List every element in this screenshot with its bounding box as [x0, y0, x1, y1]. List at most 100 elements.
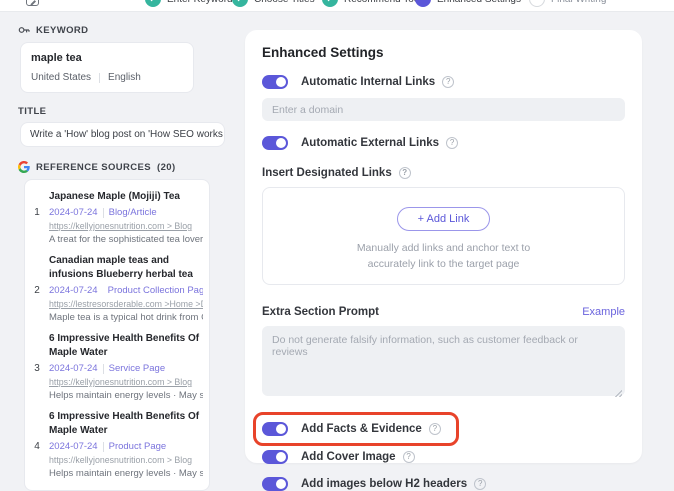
add-cover-image-label: Add Cover Image [301, 451, 396, 463]
reference-number: 4 [30, 410, 44, 479]
add-facts-evidence-toggle[interactable] [262, 422, 288, 436]
divider [103, 364, 104, 374]
designated-help-line2: accurately link to the target page [357, 257, 530, 273]
help-icon[interactable]: ? [429, 423, 441, 435]
reference-date: 2024-07-24 [49, 441, 98, 452]
divider [99, 73, 100, 83]
key-icon [18, 24, 30, 36]
reference-dateline: 2024-07-24 Blog/Article [49, 207, 203, 218]
reference-dateline: 2024-07-24 Service Page [49, 363, 203, 374]
add-facts-evidence-row: Add Facts & Evidence ? [262, 422, 625, 436]
reference-type: Product Page [109, 441, 167, 452]
reference-item-2[interactable]: 2 Canadian maple teas and infusions Blue… [30, 254, 203, 323]
automatic-external-links-label: Automatic External Links [301, 137, 439, 149]
reference-item-4[interactable]: 4 6 Impressive Health Benefits Of Maple … [30, 410, 203, 479]
automatic-internal-links-row: Automatic Internal Links ? [262, 75, 625, 89]
reference-dateline: 2024-07-24 Product Page [49, 441, 203, 452]
help-icon[interactable]: ? [403, 451, 415, 463]
add-cover-image-row: Add Cover Image ? [262, 450, 625, 464]
keyword-card[interactable]: maple tea United States English [20, 42, 194, 93]
add-cover-image-toggle[interactable] [262, 450, 288, 464]
reference-date: 2024-07-24 [49, 363, 98, 374]
step-circle-recommend-toc[interactable]: ✓ [322, 0, 338, 7]
screen: ✓ Enter Keyword ✓ Choose Titles ✓ Recomm… [0, 0, 674, 491]
reference-type: Blog/Article [109, 207, 157, 218]
help-icon[interactable]: ? [442, 76, 454, 88]
reference-sources-count: (20) [157, 162, 176, 173]
keyword-language: English [108, 72, 141, 83]
step-circle-choose-titles[interactable]: ✓ [232, 0, 248, 7]
add-images-below-h2-row: Add images below H2 headers ? [262, 477, 625, 491]
reference-date: 2024-07-24 [49, 207, 98, 218]
extra-section-prompt-label: Extra Section Prompt [262, 306, 379, 318]
reference-sources-title: REFERENCE SOURCES [36, 162, 151, 173]
help-icon[interactable]: ? [474, 478, 486, 490]
reference-url: https://lestresorsderable.com >Home >Dri… [49, 299, 203, 309]
divider [103, 208, 104, 218]
reference-number: 1 [30, 190, 44, 245]
keyword-section-label: KEYWORD [18, 24, 234, 36]
help-icon[interactable]: ? [446, 137, 458, 149]
check-icon: ✓ [236, 0, 244, 4]
reference-snippet: Maple tea is a typical hot drink from Ca… [49, 312, 203, 323]
step-label-recommend-toc[interactable]: Recommend Toc [344, 0, 419, 5]
reference-snippet: Helps maintain energy levels · May suppo… [49, 390, 203, 401]
designated-links-help: Manually add links and anchor text to ac… [357, 241, 530, 273]
step-label-choose-titles[interactable]: Choose Titles [254, 0, 315, 5]
reference-type: Product Collection Page [108, 285, 203, 296]
keyword-meta: United States English [31, 72, 183, 83]
enhanced-settings-panel: Enhanced Settings Automatic Internal Lin… [245, 30, 642, 463]
add-images-below-h2-label: Add images below H2 headers [301, 478, 467, 490]
reference-item-3[interactable]: 3 6 Impressive Health Benefits Of Maple … [30, 332, 203, 401]
extra-section-prompt-textarea[interactable] [262, 326, 625, 396]
reference-title: 6 Impressive Health Benefits Of Maple Wa… [49, 332, 203, 360]
step-circle-enhanced-settings[interactable] [415, 0, 431, 7]
automatic-internal-links-toggle[interactable] [262, 75, 288, 89]
check-icon: ✓ [326, 0, 334, 4]
sidebar: KEYWORD maple tea United States English … [18, 24, 234, 491]
reference-snippet: Helps maintain energy levels · May suppo… [49, 468, 203, 479]
domain-input[interactable] [262, 98, 625, 121]
reference-dateline: 2024-07-24 Product Collection Page [49, 285, 203, 296]
designated-help-line1: Manually add links and anchor text to [357, 241, 530, 257]
panel-title: Enhanced Settings [262, 45, 625, 60]
check-icon: ✓ [149, 0, 157, 4]
keyword-section-title: KEYWORD [36, 25, 88, 36]
reference-sources-label: REFERENCE SOURCES (20) [18, 161, 234, 173]
add-facts-evidence-label: Add Facts & Evidence [301, 423, 422, 435]
step-label-enter-keyword[interactable]: Enter Keyword [167, 0, 233, 5]
reference-item-1[interactable]: 1 Japanese Maple (Mojiji) Tea 2024-07-24… [30, 190, 203, 245]
keyword-value: maple tea [31, 52, 183, 64]
add-link-button[interactable]: + Add Link [397, 207, 491, 231]
extra-section-prompt-wrap [262, 326, 625, 401]
wizard-stepper: ✓ Enter Keyword ✓ Choose Titles ✓ Recomm… [0, 0, 674, 12]
google-icon [18, 161, 30, 173]
insert-designated-links-label: Insert Designated Links ? [262, 167, 625, 179]
extra-section-prompt-row: Extra Section Prompt Example [262, 306, 625, 318]
reference-snippet: A treat for the sophisticated tea lover.… [49, 234, 203, 245]
reference-date: 2024-07-24 [49, 285, 98, 296]
title-section-label: TITLE [18, 106, 234, 117]
step-label-enhanced-settings[interactable]: Enhanced Settings [437, 0, 521, 5]
designated-links-box: + Add Link Manually add links and anchor… [262, 187, 625, 285]
step-circle-final-writing[interactable] [529, 0, 545, 7]
step-circle-enter-keyword[interactable]: ✓ [145, 0, 161, 7]
title-input[interactable]: Write a 'How' blog post on 'How SEO work… [20, 122, 225, 147]
step-label-final-writing[interactable]: Final Writing [551, 0, 606, 5]
reference-url: https://kellyjonesnutrition.com > Blog [49, 221, 203, 231]
automatic-external-links-toggle[interactable] [262, 136, 288, 150]
help-icon[interactable]: ? [399, 167, 411, 179]
reference-url: https://kellyjonesnutrition.com > Blog [49, 455, 203, 465]
reference-title: Canadian maple teas and infusions Bluebe… [49, 254, 203, 282]
reference-url: https://kellyjonesnutrition.com > Blog [49, 377, 203, 387]
divider [103, 442, 104, 452]
insert-designated-links-text: Insert Designated Links [262, 167, 392, 179]
reference-number: 2 [30, 254, 44, 323]
reference-sources-list: 1 Japanese Maple (Mojiji) Tea 2024-07-24… [24, 179, 210, 491]
reference-number: 3 [30, 332, 44, 401]
keyword-country: United States [31, 72, 91, 83]
document-icon [26, 0, 39, 6]
reference-type: Service Page [109, 363, 166, 374]
add-images-below-h2-toggle[interactable] [262, 477, 288, 491]
example-link[interactable]: Example [582, 306, 625, 318]
